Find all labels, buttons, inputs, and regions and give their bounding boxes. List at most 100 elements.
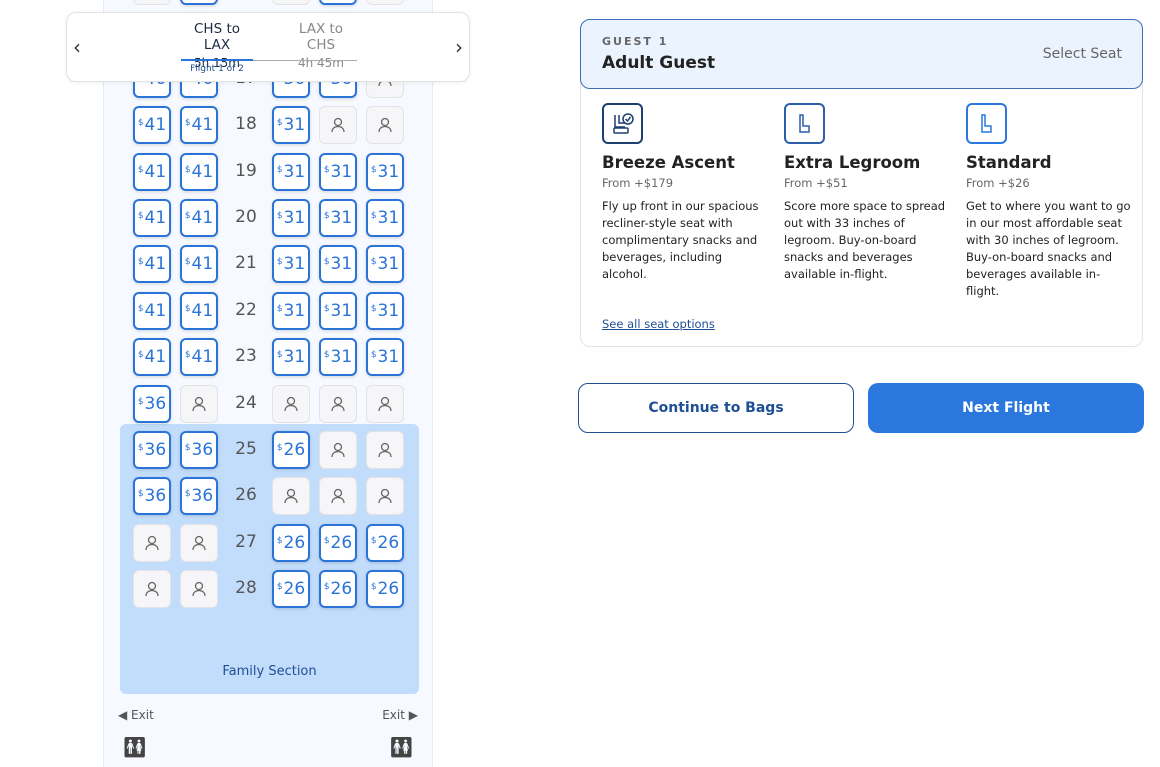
seat-option-description: Score more space to spread out with 33 i…: [784, 199, 946, 281]
available-seat[interactable]: $31: [319, 291, 357, 330]
seat-map: Family Section 17$46$46$36$3618$41$41$31…: [103, 0, 433, 767]
seat-option-price: From +$26: [966, 176, 1030, 190]
available-seat[interactable]: $26: [272, 431, 310, 469]
continue-to-bags-button[interactable]: Continue to Bags: [578, 383, 854, 433]
chevron-left-icon[interactable]: ‹: [73, 35, 81, 59]
available-seat[interactable]: [180, 0, 218, 5]
available-seat[interactable]: $31: [272, 106, 310, 145]
available-seat[interactable]: $41: [180, 245, 218, 284]
available-seat[interactable]: $36: [180, 431, 218, 469]
occupied-seat: [180, 384, 218, 423]
guest-header[interactable]: GUEST 1 Adult Guest Select Seat: [580, 19, 1143, 89]
available-seat[interactable]: $31: [366, 291, 404, 330]
occupied-seat: [272, 0, 310, 5]
row-number: 27: [235, 531, 257, 552]
available-seat[interactable]: $41: [180, 199, 218, 237]
occupied-seat: [180, 570, 218, 609]
seat-option-name: Standard: [966, 153, 1052, 172]
select-seat-label: Select Seat: [1042, 46, 1122, 62]
tab-lax-chs[interactable]: LAX to CHS 4h 45m: [285, 21, 357, 70]
available-seat[interactable]: $36: [133, 384, 171, 423]
available-seat[interactable]: $41: [180, 152, 218, 191]
seat-option-price: From +$179: [602, 176, 674, 190]
exit-left: ◀ Exit: [118, 708, 154, 722]
available-seat[interactable]: $26: [272, 523, 310, 562]
available-seat[interactable]: $41: [180, 291, 218, 330]
available-seat[interactable]: $26: [366, 523, 404, 562]
available-seat[interactable]: $31: [272, 152, 310, 191]
occupied-seat: [319, 106, 357, 145]
available-seat[interactable]: $41: [133, 245, 171, 284]
available-seat[interactable]: $31: [272, 199, 310, 237]
premium-seat-icon: [602, 103, 643, 144]
tab-chs-lax[interactable]: CHS to LAX 5h 15m: [181, 21, 253, 70]
seat-option-description: Fly up front in our spacious recliner-st…: [602, 199, 759, 281]
available-seat[interactable]: $41: [133, 338, 171, 377]
available-seat[interactable]: $26: [319, 523, 357, 562]
seat-option: Breeze Ascent From +$179 Fly up front in o…: [602, 103, 767, 283]
occupied-seat: [366, 0, 404, 5]
available-seat[interactable]: $31: [366, 338, 404, 377]
occupied-seat: [319, 431, 357, 469]
available-seat[interactable]: $41: [180, 338, 218, 377]
occupied-seat: [366, 477, 404, 516]
flight-selector: ‹ › CHS to LAX 5h 15m LAX to CHS 4h 45m Fl…: [66, 12, 470, 82]
chevron-right-icon[interactable]: ›: [455, 35, 463, 59]
available-seat[interactable]: $31: [319, 338, 357, 377]
occupied-seat: [133, 523, 171, 562]
available-seat[interactable]: $31: [319, 199, 357, 237]
occupied-seat: [366, 106, 404, 145]
seat-info-card: GUEST 1 Adult Guest Select Seat Breeze A…: [580, 19, 1143, 347]
available-seat[interactable]: [319, 0, 357, 5]
next-flight-button[interactable]: Next Flight: [868, 383, 1144, 433]
available-seat[interactable]: $31: [366, 245, 404, 284]
available-seat[interactable]: $31: [366, 199, 404, 237]
seat-option-description: Get to where you want to go in our most …: [966, 199, 1131, 298]
occupied-seat: [133, 0, 171, 5]
available-seat[interactable]: $41: [133, 152, 171, 191]
guest-label: GUEST 1: [602, 35, 669, 48]
occupied-seat: [319, 384, 357, 423]
restroom-icon: 🚻︎: [122, 735, 148, 759]
row-number: 26: [235, 485, 257, 506]
see-all-seat-options-link[interactable]: See all seat options: [602, 317, 715, 331]
row-number: 21: [235, 253, 257, 274]
seat-option: Standard From +$26 Get to where you want t…: [966, 103, 1131, 300]
tab-active-indicator: [181, 59, 253, 61]
available-seat[interactable]: $41: [133, 291, 171, 330]
available-seat[interactable]: $36: [133, 431, 171, 469]
row-number: 18: [235, 114, 257, 135]
available-seat[interactable]: $31: [272, 291, 310, 330]
available-seat[interactable]: $31: [366, 152, 404, 191]
available-seat[interactable]: $41: [133, 199, 171, 237]
available-seat[interactable]: $31: [272, 338, 310, 377]
available-seat[interactable]: $31: [319, 245, 357, 284]
seat-option-price: From +$51: [784, 176, 848, 190]
occupied-seat: [180, 523, 218, 562]
available-seat[interactable]: $41: [180, 106, 218, 145]
available-seat[interactable]: $26: [319, 570, 357, 609]
occupied-seat: [366, 384, 404, 423]
occupied-seat: [272, 477, 310, 516]
available-seat[interactable]: $31: [319, 152, 357, 191]
guest-name: Adult Guest: [602, 53, 716, 73]
row-number: 28: [235, 578, 257, 599]
legroom-seat-icon: [784, 103, 825, 144]
seat-option: Extra Legroom From +$51 Score more space t…: [784, 103, 949, 283]
row-number: 25: [235, 439, 257, 459]
occupied-seat: [272, 384, 310, 423]
seat-option-name: Extra Legroom: [784, 153, 921, 172]
available-seat[interactable]: $41: [133, 106, 171, 145]
flight-indicator: Flight 1 of 2: [190, 64, 244, 74]
seat-option-name: Breeze Ascent: [602, 153, 735, 172]
available-seat[interactable]: $36: [180, 477, 218, 516]
row-number: 19: [235, 160, 257, 181]
available-seat[interactable]: $26: [272, 570, 310, 609]
row-number: 23: [235, 346, 257, 367]
family-section-label: Family Section: [222, 664, 317, 679]
row-number: 22: [235, 299, 257, 320]
available-seat[interactable]: $31: [272, 245, 310, 284]
available-seat[interactable]: $36: [133, 477, 171, 516]
available-seat[interactable]: $26: [366, 570, 404, 609]
exit-right: Exit ▶: [382, 708, 418, 722]
